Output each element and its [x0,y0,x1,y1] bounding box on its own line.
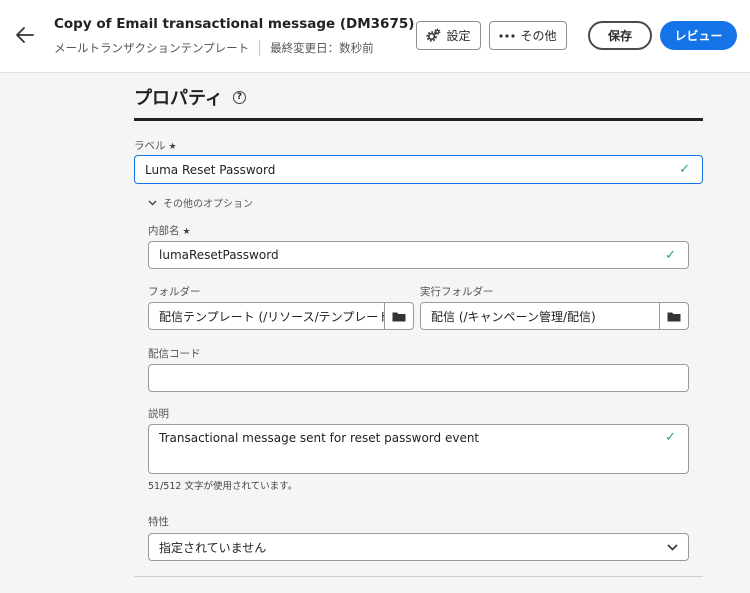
label-field-label: ラベル ★ [134,138,177,153]
checkmark-icon: ✓ [665,248,676,263]
page-subtitle: メールトランザクションテンプレート 最終変更日：数秒前 [54,40,374,56]
internal-name-input[interactable]: lumaResetPassword ✓ [148,241,689,269]
checkmark-icon: ✓ [665,430,676,445]
help-icon[interactable]: ? [232,90,246,104]
divider [259,40,261,56]
internal-name-value: lumaResetPassword [159,248,279,262]
label-input-value: Luma Reset Password [145,162,276,177]
folder-value: 配信テンプレート (/リソース/テンプレート/配信テンプレート) [159,309,384,324]
folder-input[interactable]: 配信テンプレート (/リソース/テンプレート/配信テンプレート) [148,302,385,330]
nature-select[interactable]: 指定されていません [148,533,689,561]
back-arrow-icon[interactable] [14,24,36,46]
settings-label: 設定 [446,29,471,43]
label-input[interactable]: Luma Reset Password ✓ [134,155,703,184]
folder-label: フォルダー [148,286,201,298]
save-button[interactable]: 保存 [588,21,652,50]
delivery-code-input[interactable] [148,364,689,392]
description-textarea[interactable]: Transactional message sent for reset pas… [148,424,689,474]
ellipsis-icon [499,33,516,38]
page-title: Copy of Email transactional message (DM3… [54,16,415,32]
folder-icon [667,312,681,321]
top-header: Copy of Email transactional message (DM3… [0,0,750,73]
more-options-label: その他のオプション [163,199,253,210]
description-label: 説明 [148,408,169,420]
chevron-down-icon [667,543,678,551]
execution-folder-input[interactable]: 配信 (/キャンペーン管理/配信) [420,302,660,330]
review-button[interactable]: レビュー [660,21,737,50]
more-options-toggle[interactable]: その他のオプション [148,195,253,210]
folder-browse-button[interactable] [384,302,414,330]
more-button[interactable]: その他 [489,21,567,50]
chevron-down-icon [148,200,157,205]
label-label-text: ラベル [134,140,166,152]
heading-divider [134,118,703,121]
internal-name-label-text: 内部名 [148,225,180,237]
nature-label: 特性 [148,516,169,528]
checkmark-icon: ✓ [679,162,690,177]
folder-icon [392,312,406,321]
internal-name-label: 内部名 ★ [148,223,191,238]
character-counter: 51/512 文字が使用されています。 [148,481,298,492]
description-value: Transactional message sent for reset pas… [159,431,480,445]
execution-folder-browse-button[interactable] [659,302,689,330]
settings-button[interactable]: 設定 [416,21,481,50]
nature-value: 指定されていません [159,540,267,555]
properties-title: プロパティ [134,88,223,109]
execution-folder-label: 実行フォルダー [420,286,494,298]
last-modified: 最終変更日：数秒前 [270,41,374,55]
required-icon: ★ [168,142,177,152]
gear-icon [426,28,441,42]
delivery-code-label: 配信コード [148,348,201,360]
properties-heading: プロパティ ? [134,84,246,110]
required-icon: ★ [182,227,191,237]
template-type: メールトランザクションテンプレート [54,41,250,55]
execution-folder-value: 配信 (/キャンペーン管理/配信) [431,309,596,324]
more-label: その他 [520,29,557,43]
section-divider [134,576,703,577]
